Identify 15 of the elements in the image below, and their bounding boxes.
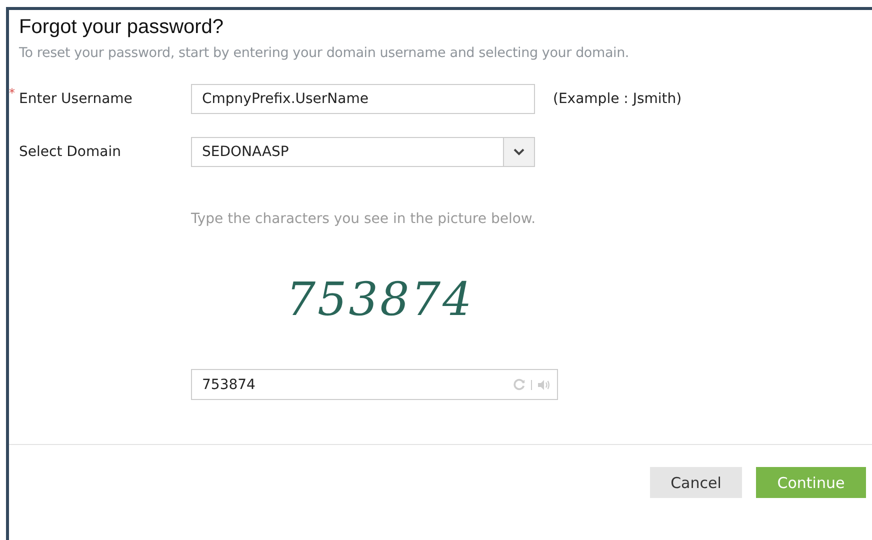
example-hint: (Example : Jsmith)	[553, 91, 682, 107]
domain-dropdown[interactable]: SEDONAASP	[191, 137, 535, 167]
dialog-title: Forgot your password?	[19, 16, 225, 39]
refresh-icon[interactable]	[513, 378, 526, 391]
field-label: Enter Username	[19, 91, 132, 107]
username-field[interactable]: CmpnyPrefix.UserName	[191, 84, 535, 114]
cancel-button[interactable]: Cancel	[650, 467, 742, 498]
captcha-image: 753874	[286, 272, 474, 326]
required-mark: *	[9, 86, 15, 100]
chevron-down-icon	[513, 148, 525, 156]
dialog-subtitle: To reset your password, start by entering your domain username and selecting your domain.	[19, 45, 630, 61]
field-label: Select Domain	[19, 144, 121, 160]
speaker-icon[interactable]	[537, 378, 550, 390]
captcha-instruction: Type the characters you see in the picture below.	[191, 211, 537, 227]
captcha-field[interactable]: 753874	[191, 369, 558, 400]
